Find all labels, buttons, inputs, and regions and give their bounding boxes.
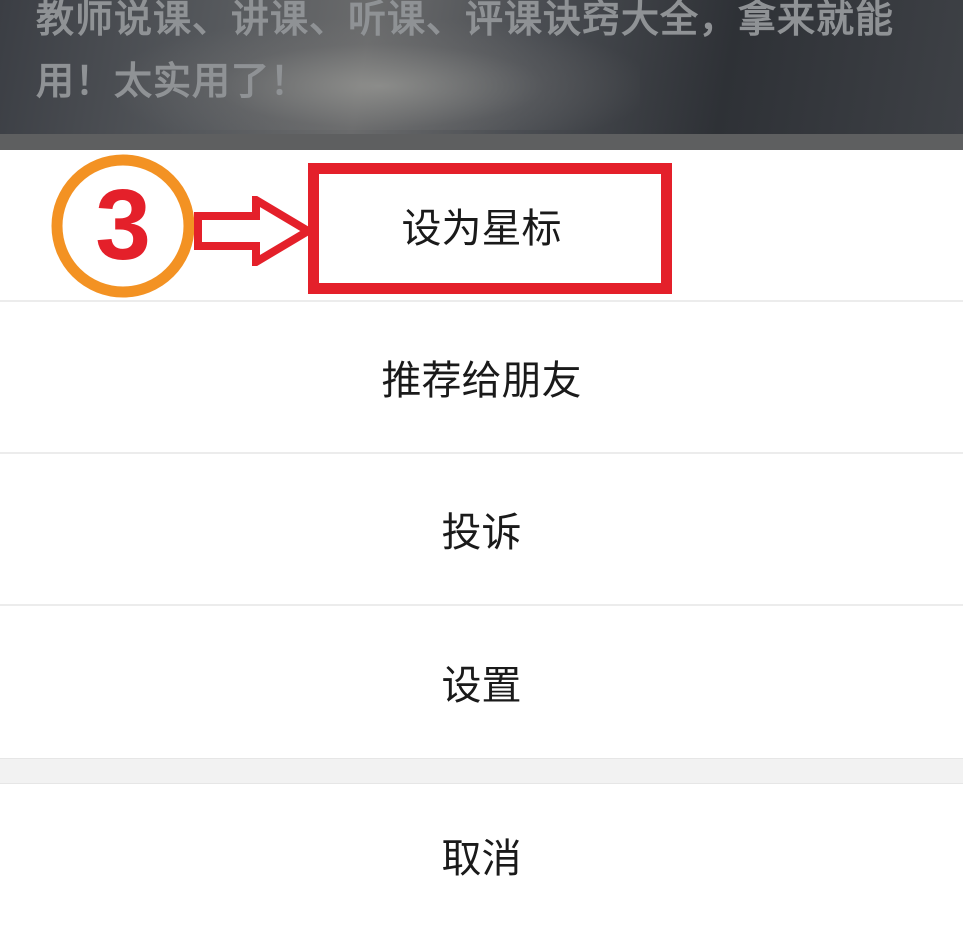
menu-item-complain[interactable]: 投诉 — [0, 454, 963, 606]
screenshot: 教师说课、讲课、听课、评课诀窍大全，拿来就能用！太实用了！ 设为星标 推荐给朋友… — [0, 0, 963, 928]
menu-item-recommend[interactable]: 推荐给朋友 — [0, 302, 963, 454]
menu-item-settings[interactable]: 设置 — [0, 606, 963, 758]
backdrop-divider — [0, 134, 963, 150]
menu-item-label: 设置 — [441, 663, 522, 709]
step-number-badge: 3 — [51, 154, 195, 298]
step-number: 3 — [95, 169, 151, 281]
right-arrow-icon — [194, 196, 314, 266]
menu-item-label: 推荐给朋友 — [381, 358, 582, 404]
sheet-separator — [0, 758, 963, 784]
cancel-label: 取消 — [441, 836, 522, 882]
cancel-button[interactable]: 取消 — [0, 782, 963, 928]
menu-item-label: 投诉 — [441, 510, 522, 556]
article-backdrop: 教师说课、讲课、听课、评课诀窍大全，拿来就能用！太实用了！ — [0, 0, 963, 134]
menu-item-label: 设为星标 — [401, 206, 562, 252]
article-title: 教师说课、讲课、听课、评课诀窍大全，拿来就能用！太实用了！ — [36, 0, 895, 103]
